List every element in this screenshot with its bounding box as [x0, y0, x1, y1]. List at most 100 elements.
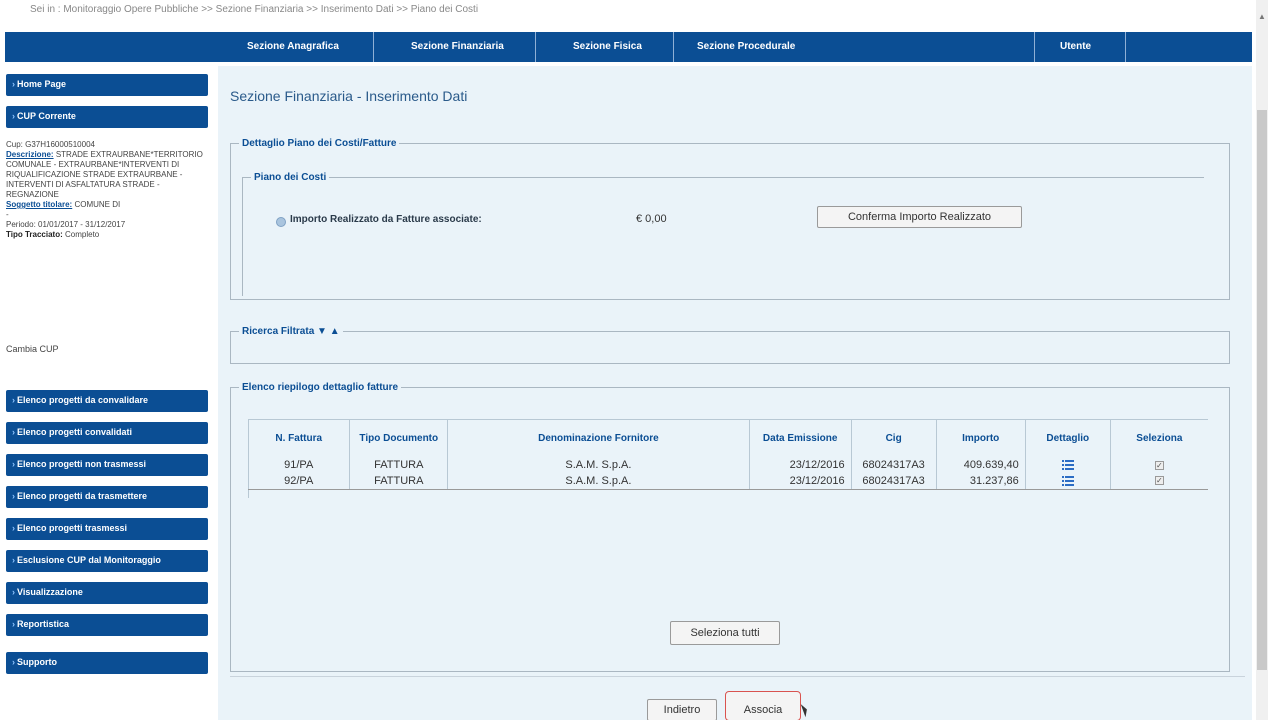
col-tipo-documento: Tipo Documento	[349, 419, 449, 457]
col-importo: Importo	[936, 419, 1026, 457]
cell-seleziona: ✓	[1110, 473, 1208, 490]
sidebar-item-label: Home Page	[17, 79, 67, 89]
col-seleziona: Seleziona	[1136, 432, 1183, 444]
arrow-icon: ›	[12, 79, 15, 89]
nav-sezione-procedurale[interactable]: Sezione Procedurale	[697, 41, 795, 52]
arrow-icon: ›	[12, 523, 15, 533]
cell-fornitore: S.A.M. S.p.A.	[447, 457, 750, 473]
arrow-icon: ›	[12, 459, 15, 469]
cell-cig: 68024317A3	[851, 457, 937, 473]
sidebar-item-progetti-da-trasmettere[interactable]: › Elenco progetti da trasmettere	[6, 486, 208, 508]
sidebar-item-label: Esclusione CUP dal Monitoraggio	[17, 555, 161, 565]
list-icon[interactable]	[1061, 475, 1074, 486]
cell-tipo-documento: FATTURA	[349, 457, 449, 473]
nav-sezione-fisica[interactable]: Sezione Fisica	[573, 41, 642, 52]
table-header-row: N. Fattura Tipo Documento Denominazione …	[248, 419, 1208, 457]
scroll-up-icon[interactable]: ▲	[1258, 12, 1266, 21]
arrow-icon: ›	[12, 587, 15, 597]
seleziona-tutti-button[interactable]: Seleziona tutti	[670, 621, 780, 645]
associa-button[interactable]: Associa	[725, 691, 801, 720]
col-cig: Cig	[851, 419, 937, 457]
breadcrumb: Sei in : Monitoraggio Opere Pubbliche >>…	[30, 4, 479, 15]
arrow-icon: ›	[12, 427, 15, 437]
cambia-cup-link[interactable]: Cambia CUP	[6, 344, 59, 354]
sidebar-item-supporto[interactable]: › Supporto	[6, 652, 208, 674]
sidebar-item-home-page[interactable]: › Home Page	[6, 74, 208, 96]
nav-sezione-finanziaria[interactable]: Sezione Finanziaria	[411, 41, 504, 52]
importo-label: Importo Realizzato da Fatture associate:	[290, 214, 482, 225]
arrow-icon: ›	[12, 491, 15, 501]
sidebar-item-label: Supporto	[17, 657, 57, 667]
piano-costi-legend: Piano dei Costi	[254, 172, 327, 183]
arrow-icon: ›	[12, 395, 15, 405]
cell-importo: 409.639,40	[936, 457, 1026, 473]
sidebar-item-esclusione-cup[interactable]: › Esclusione CUP dal Monitoraggio	[6, 550, 208, 572]
cell-dettaglio	[1025, 473, 1111, 490]
page-title: Sezione Finanziaria - Inserimento Dati	[230, 88, 468, 104]
arrow-icon: ›	[12, 111, 15, 121]
elenco-legend: Elenco riepilogo dettaglio fatture	[242, 382, 399, 393]
col-data-emissione: Data Emissione	[749, 419, 852, 457]
sidebar-item-label: Visualizzazione	[17, 587, 83, 597]
sidebar-item-progetti-non-trasmessi[interactable]: › Elenco progetti non trasmessi	[6, 454, 208, 476]
page-scrollbar[interactable]: ▲	[1256, 0, 1268, 720]
cell-data-emissione: 23/12/2016	[749, 473, 852, 490]
indietro-button[interactable]: Indietro	[647, 699, 717, 720]
soggetto-label: Soggetto titolare:	[6, 200, 73, 209]
table-row: 92/PA FATTURA S.A.M. S.p.A. 23/12/2016 6…	[248, 473, 1208, 490]
nav-sezione-anagrafica[interactable]: Sezione Anagrafica	[247, 41, 339, 52]
cup-info: Cup: G37H16000510004 Descrizione: STRADE…	[6, 140, 211, 240]
sidebar-item-progetti-da-convalidare[interactable]: › Elenco progetti da convalidare	[6, 390, 208, 412]
dettaglio-legend: Dettaglio Piano dei Costi/Fatture	[242, 138, 397, 149]
cell-seleziona: ✓	[1110, 457, 1208, 473]
col-n-fattura: N. Fattura	[248, 419, 351, 457]
fatture-table: N. Fattura Tipo Documento Denominazione …	[248, 419, 1208, 490]
col-dettaglio: Dettaglio	[1025, 419, 1111, 457]
ricerca-filtrata-fieldset: Ricerca Filtrata ▼ ▲	[230, 326, 1230, 364]
soggetto-dash: -	[6, 210, 9, 219]
piano-costi-fieldset: Piano dei Costi	[242, 172, 1204, 296]
sidebar-item-label: CUP Corrente	[17, 111, 76, 121]
sidebar-item-visualizzazione[interactable]: › Visualizzazione	[6, 582, 208, 604]
arrow-icon: ›	[12, 619, 15, 629]
sidebar-item-label: Elenco progetti da trasmettere	[17, 491, 148, 501]
sidebar-item-progetti-trasmessi[interactable]: › Elenco progetti trasmessi	[6, 518, 208, 540]
sidebar-item-label: Elenco progetti convalidati	[17, 427, 133, 437]
sidebar-item-label: Reportistica	[17, 619, 70, 629]
arrow-icon: ›	[12, 657, 15, 667]
checkbox-icon[interactable]: ✓	[1154, 476, 1164, 486]
sidebar-item-label: Elenco progetti da convalidare	[17, 395, 149, 405]
checkbox-icon[interactable]: ✓	[1154, 460, 1164, 470]
top-navigation: Sezione Anagrafica Sezione Finanziaria S…	[5, 32, 1252, 62]
importo-radio[interactable]	[276, 217, 286, 227]
ricerca-filtrata-toggle[interactable]: Ricerca Filtrata ▼ ▲	[239, 326, 343, 337]
table-row: 91/PA FATTURA S.A.M. S.p.A. 23/12/2016 6…	[248, 457, 1208, 473]
sidebar-item-reportistica[interactable]: › Reportistica	[6, 614, 208, 636]
cup-code: Cup: G37H16000510004	[6, 140, 95, 149]
tipo-tracciato-value: Completo	[65, 230, 100, 239]
sidebar-item-progetti-convalidati[interactable]: › Elenco progetti convalidati	[6, 422, 208, 444]
periodo: Periodo: 01/01/2017 - 31/12/2017	[6, 220, 126, 229]
cell-tipo-documento: FATTURA	[349, 473, 449, 490]
cell-n-fattura: 91/PA	[248, 457, 351, 473]
tipo-tracciato-label: Tipo Tracciato:	[6, 230, 63, 239]
sidebar-item-label: Elenco progetti trasmessi	[17, 523, 128, 533]
soggetto-value: COMUNE DI	[74, 200, 121, 209]
list-icon[interactable]	[1061, 460, 1074, 471]
nav-utente[interactable]: Utente	[1060, 41, 1091, 52]
cell-n-fattura: 92/PA	[248, 473, 351, 490]
conferma-importo-button[interactable]: Conferma Importo Realizzato	[817, 206, 1022, 228]
cell-fornitore: S.A.M. S.p.A.	[447, 473, 750, 490]
sidebar-item-label: Elenco progetti non trasmessi	[17, 459, 147, 469]
cell-data-emissione: 23/12/2016	[749, 457, 852, 473]
cell-cig: 68024317A3	[851, 473, 937, 490]
cell-importo: 31.237,86	[936, 473, 1026, 490]
sidebar-item-cup-corrente[interactable]: › CUP Corrente	[6, 106, 208, 128]
scrollbar-thumb[interactable]	[1257, 110, 1267, 670]
sidebar: › Home Page › CUP Corrente Cup: G37H160005…	[0, 62, 215, 720]
col-denominazione-fornitore: Denominazione Fornitore	[447, 419, 750, 457]
importo-value: € 0,00	[636, 213, 667, 225]
arrow-icon: ›	[12, 555, 15, 565]
descrizione-label: Descrizione:	[6, 150, 54, 159]
cell-dettaglio	[1025, 457, 1111, 473]
